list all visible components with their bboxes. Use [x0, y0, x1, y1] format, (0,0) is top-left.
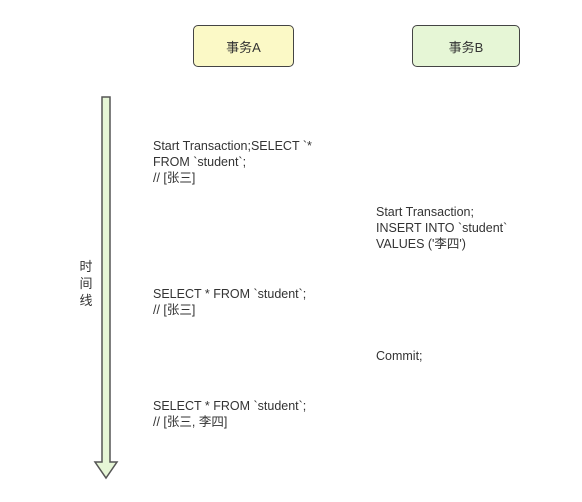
- code-comment: // [张三]: [153, 303, 196, 317]
- timeline-label: 时 间 线: [78, 258, 94, 309]
- timeline-label-char: 间: [79, 276, 93, 291]
- transaction-a-step-1: Start Transaction;SELECT `* FROM `studen…: [153, 138, 312, 186]
- transaction-b-step-1: Start Transaction; INSERT INTO `student`…: [376, 204, 507, 252]
- transaction-a-step-2: SELECT * FROM `student`; // [张三]: [153, 286, 306, 318]
- transaction-b-label: 事务B: [448, 39, 484, 55]
- code-line: VALUES ('李四'): [376, 237, 466, 251]
- code-line: SELECT * FROM `student`;: [153, 287, 307, 301]
- code-comment: // [张三, 李四]: [153, 415, 228, 429]
- transaction-b-header: 事务B: [412, 25, 520, 67]
- code-line: INSERT INTO `student`: [376, 221, 508, 235]
- timeline-arrow-shape: [93, 96, 119, 480]
- code-line: Start Transaction;: [376, 205, 474, 219]
- timeline-arrow: [92, 96, 120, 480]
- timeline-label-char: 时: [79, 259, 93, 274]
- code-line: SELECT * FROM `student`;: [153, 399, 307, 413]
- timeline-label-char: 线: [79, 293, 93, 308]
- code-comment: // [张三]: [153, 171, 196, 185]
- code-line: Commit;: [376, 349, 423, 363]
- transaction-a-header: 事务A: [193, 25, 294, 67]
- transaction-b-step-2: Commit;: [376, 348, 423, 364]
- transaction-a-step-3: SELECT * FROM `student`; // [张三, 李四]: [153, 398, 306, 430]
- code-line: Start Transaction;SELECT `*: [153, 139, 312, 153]
- transaction-a-label: 事务A: [226, 39, 261, 55]
- code-line: FROM `student`;: [153, 155, 247, 169]
